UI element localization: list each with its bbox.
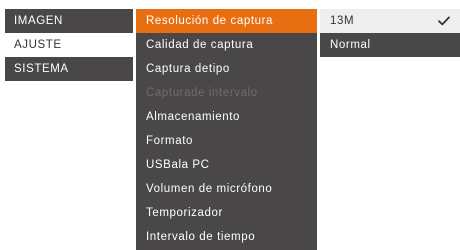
setting-item-volumen-de-microfono[interactable]: Volumen de micrófono <box>136 177 317 201</box>
setting-item-resolucion-de-captura[interactable]: Resolución de captura <box>136 9 317 33</box>
setting-item-captura-de-intervalo: Capturade intervalo <box>146 87 258 99</box>
option-label: Normal <box>330 39 371 51</box>
category-item-ajuste[interactable]: AJUSTE <box>5 33 133 57</box>
option-item-normal[interactable]: Normal <box>320 33 460 57</box>
setting-item-formato[interactable]: Formato <box>136 129 317 153</box>
category-item-imagen[interactable]: IMAGEN <box>5 9 133 33</box>
setting-item-almacenamiento[interactable]: Almacenamiento <box>136 105 317 129</box>
check-icon <box>438 9 450 33</box>
settings-menu: IMAGEN AJUSTE SISTEMA Resolución de capt… <box>0 0 460 250</box>
option-item-13m[interactable]: 13M <box>320 9 460 33</box>
setting-item-usb-a-la-pc[interactable]: USBala PC <box>136 153 317 177</box>
setting-item-temporizador[interactable]: Temporizador <box>136 201 317 225</box>
setting-item-intervalo-de-tiempo[interactable]: Intervalo de tiempo <box>136 225 317 249</box>
option-label: 13M <box>330 15 355 27</box>
setting-item-calidad-de-captura[interactable]: Calidad de captura <box>136 33 317 57</box>
options-submenu: 13M Normal <box>320 9 460 57</box>
setting-item-captura-de-tipo[interactable]: Captura detipo <box>136 57 317 81</box>
settings-submenu: Resolución de captura Calidad de captura… <box>136 9 317 250</box>
category-item-sistema[interactable]: SISTEMA <box>5 57 133 81</box>
category-menu: IMAGEN AJUSTE SISTEMA <box>5 9 133 81</box>
